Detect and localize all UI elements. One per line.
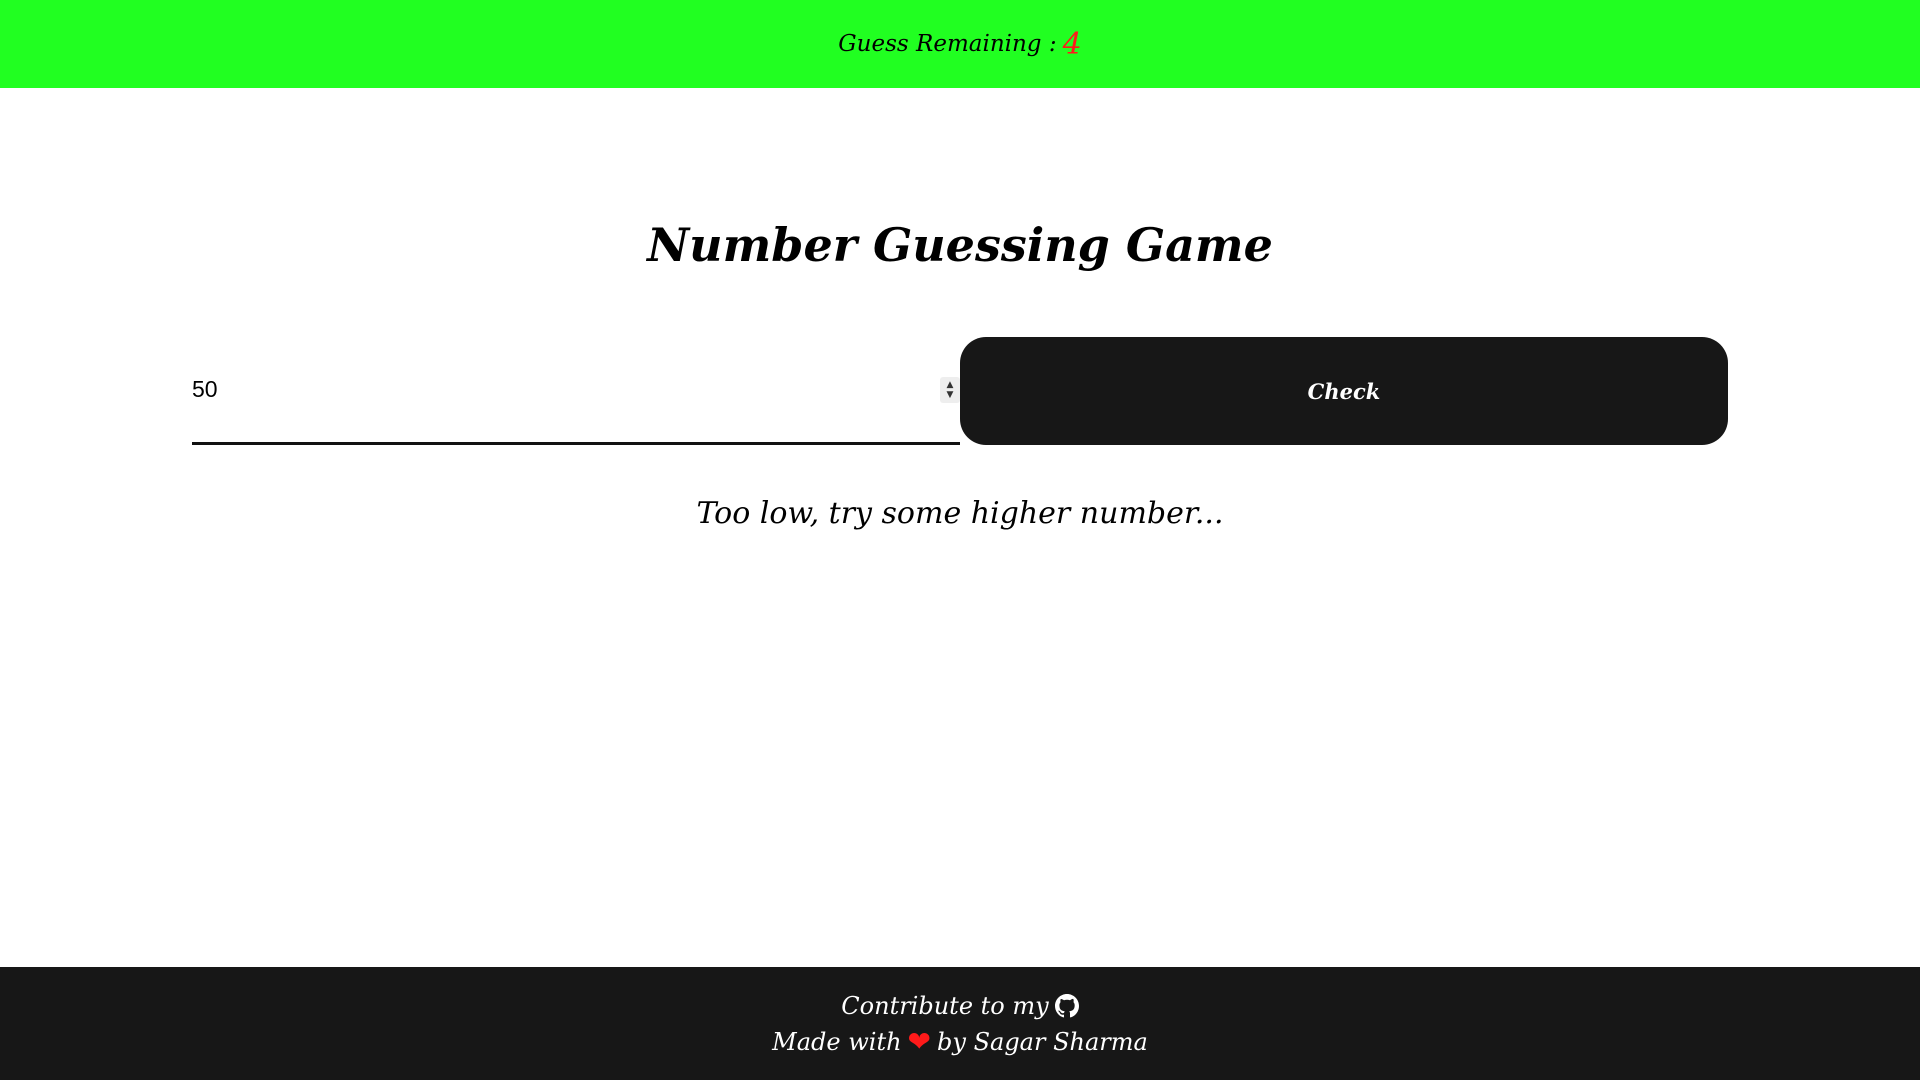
check-button[interactable]: Check xyxy=(960,337,1728,445)
guess-form: ▲ ▼ Check xyxy=(192,337,1728,445)
guess-remaining-count: 4 xyxy=(1062,26,1082,62)
github-icon xyxy=(1054,993,1079,1017)
guess-remaining-label: Guess Remaining : xyxy=(838,31,1057,57)
guess-remaining-bar: Guess Remaining : 4 xyxy=(0,0,1920,88)
contribute-text: Contribute to my xyxy=(841,991,1049,1020)
feedback-message: Too low, try some higher number... xyxy=(696,496,1224,531)
stepper-down-icon[interactable]: ▼ xyxy=(947,390,954,400)
guess-input-wrapper: ▲ ▼ xyxy=(192,337,960,445)
number-stepper[interactable]: ▲ ▼ xyxy=(940,377,960,403)
author-text: by Sagar Sharma xyxy=(937,1027,1148,1056)
footer-made-with-line: Made with ❤ by Sagar Sharma xyxy=(772,1024,1148,1060)
guess-input[interactable] xyxy=(192,337,912,442)
footer: Contribute to my Made with ❤ by Sagar Sh… xyxy=(0,967,1920,1080)
footer-contribute-line: Contribute to my xyxy=(841,988,1079,1024)
github-link[interactable] xyxy=(1054,993,1079,1018)
page-title: Number Guessing Game xyxy=(647,218,1273,272)
heart-icon: ❤ xyxy=(907,1024,932,1058)
made-with-text: Made with xyxy=(772,1027,902,1056)
stepper-up-icon[interactable]: ▲ xyxy=(947,380,954,390)
